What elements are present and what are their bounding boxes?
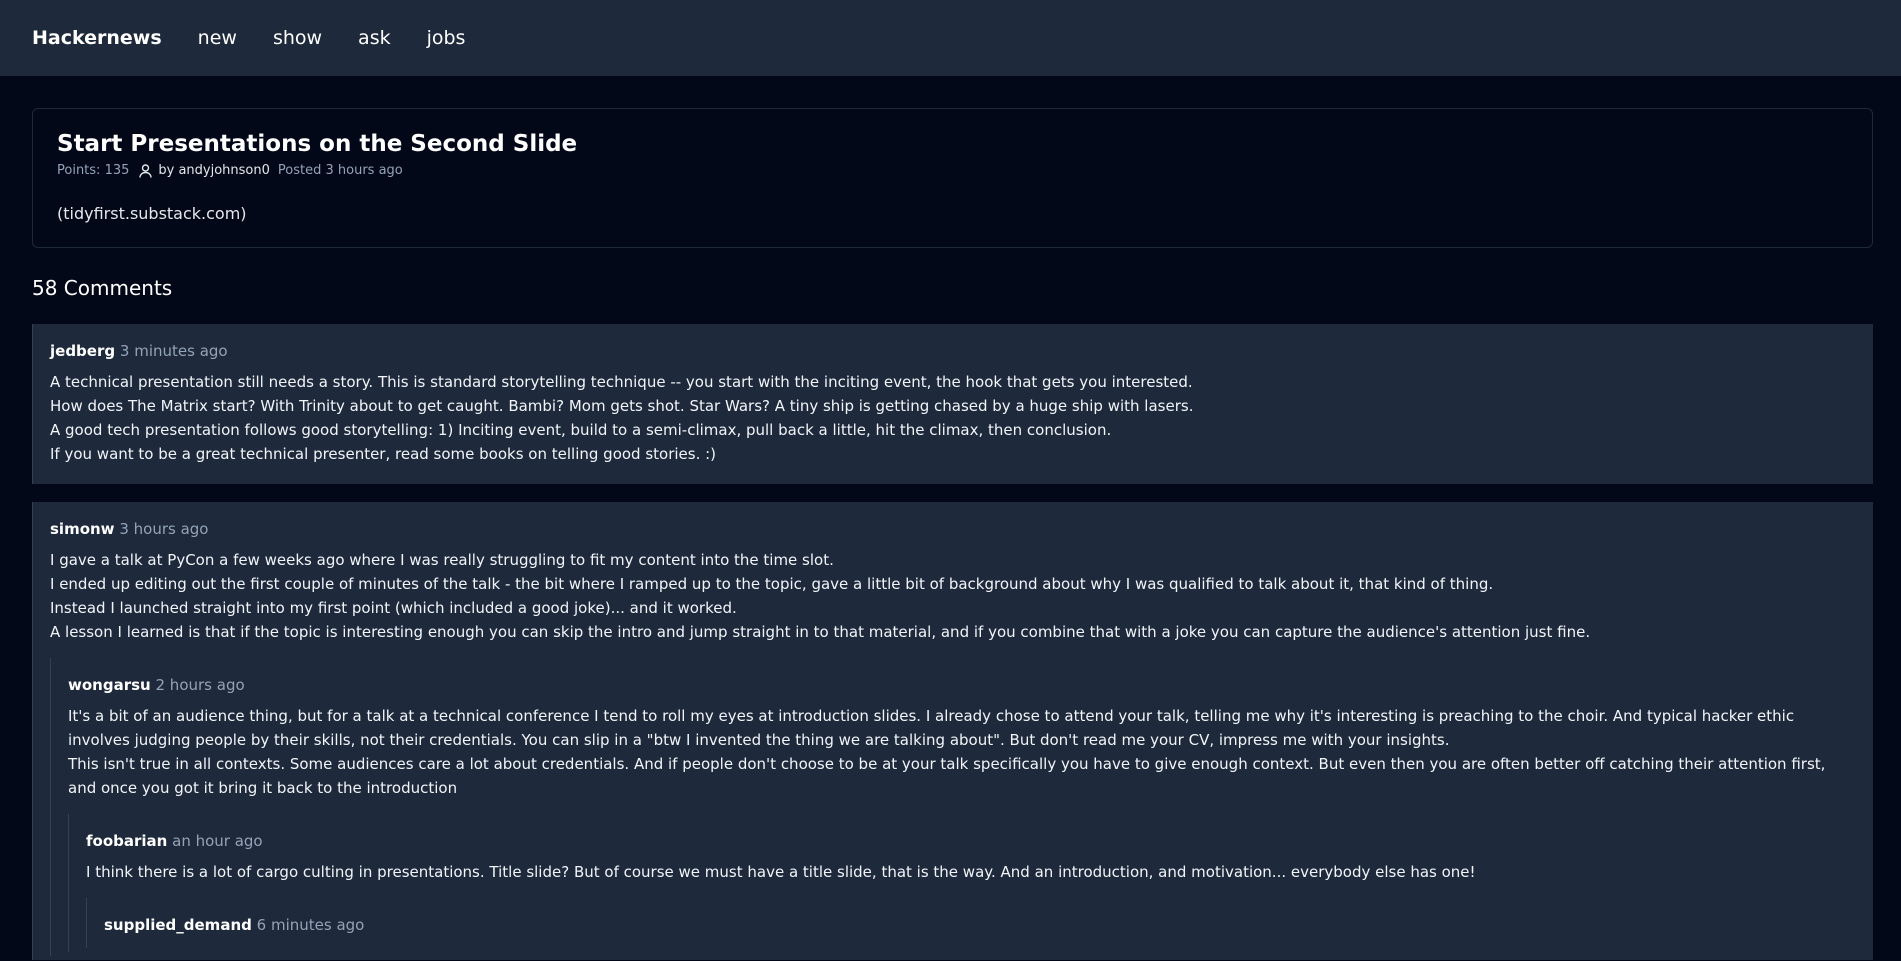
nav-link-ask[interactable]: ask xyxy=(358,27,391,49)
reply-comment: supplied_demand 6 minutes ago xyxy=(86,898,1825,948)
brand-link[interactable]: Hackernews xyxy=(32,27,162,49)
comment-author[interactable]: jedberg xyxy=(50,342,115,360)
comment-text-line: If you want to be a great technical pres… xyxy=(50,445,717,463)
comment-header: wongarsu 2 hours ago xyxy=(68,676,1841,694)
user-icon xyxy=(139,163,153,178)
comment: jedberg 3 minutes ago A technical presen… xyxy=(32,324,1873,484)
comment-time: 2 hours ago xyxy=(155,676,245,694)
reply-comment: wongarsu 2 hours ago It's a bit of an au… xyxy=(50,658,1857,956)
main-content: Start Presentations on the Second Slide … xyxy=(0,76,1901,960)
comment-text-line: Instead I launched straight into my firs… xyxy=(50,599,737,617)
comment-text-line: A lesson I learned is that if the topic … xyxy=(50,623,1591,641)
comment: simonw 3 hours ago I gave a talk at PyCo… xyxy=(32,502,1873,960)
comment-header: supplied_demand 6 minutes ago xyxy=(104,916,1809,934)
comment-time: 6 minutes ago xyxy=(256,916,365,934)
comment-author[interactable]: simonw xyxy=(50,520,115,538)
comment-body: I gave a talk at PyCon a few weeks ago w… xyxy=(50,548,1857,644)
comment-author[interactable]: supplied_demand xyxy=(104,916,252,934)
story-meta: Points: 135 by andyjohnson0 Posted 3 hou… xyxy=(57,163,1848,178)
story-points: Points: 135 xyxy=(57,163,130,178)
comment-time: 3 minutes ago xyxy=(119,342,228,360)
comment-text-line: A technical presentation still needs a s… xyxy=(50,373,1193,391)
comment-text-line: I gave a talk at PyCon a few weeks ago w… xyxy=(50,551,834,569)
story-domain[interactable]: (tidyfirst.substack.com) xyxy=(57,204,1848,223)
nav-link-new[interactable]: new xyxy=(198,27,237,49)
comment-author[interactable]: foobarian xyxy=(86,832,167,850)
comment-text-line: I think there is a lot of cargo culting … xyxy=(86,863,1476,881)
comment-text-line: A good tech presentation follows good st… xyxy=(50,421,1112,439)
comment-text-line: It's a bit of an audience thing, but for… xyxy=(68,707,1795,749)
comments-count-heading: 58 Comments xyxy=(32,276,173,300)
nav-link-show[interactable]: show xyxy=(273,27,322,49)
story-author[interactable]: by andyjohnson0 xyxy=(158,163,270,178)
reply-comment: foobarian an hour ago I think there is a… xyxy=(68,814,1841,952)
comment-text-line: How does The Matrix start? With Trinity … xyxy=(50,397,1194,415)
comment-time: an hour ago xyxy=(172,832,263,850)
comment-body: I think there is a lot of cargo culting … xyxy=(86,860,1825,884)
comment-body: It's a bit of an audience thing, but for… xyxy=(68,704,1841,800)
comment-body: A technical presentation still needs a s… xyxy=(50,370,1857,466)
story-title[interactable]: Start Presentations on the Second Slide xyxy=(57,131,1848,157)
comment-time: 3 hours ago xyxy=(119,520,209,538)
comment-text-line: I ended up editing out the first couple … xyxy=(50,575,1494,593)
comment-header: simonw 3 hours ago xyxy=(50,520,1857,538)
comment-text-line: This isn't true in all contexts. Some au… xyxy=(68,755,1826,797)
nav-link-jobs[interactable]: jobs xyxy=(427,27,466,49)
comment-header: jedberg 3 minutes ago xyxy=(50,342,1857,360)
story-posted-time: Posted 3 hours ago xyxy=(277,163,403,178)
story-card: Start Presentations on the Second Slide … xyxy=(32,108,1873,248)
comment-author[interactable]: wongarsu xyxy=(68,676,151,694)
comment-header: foobarian an hour ago xyxy=(86,832,1825,850)
top-navbar: Hackernews new show ask jobs xyxy=(0,0,1901,76)
